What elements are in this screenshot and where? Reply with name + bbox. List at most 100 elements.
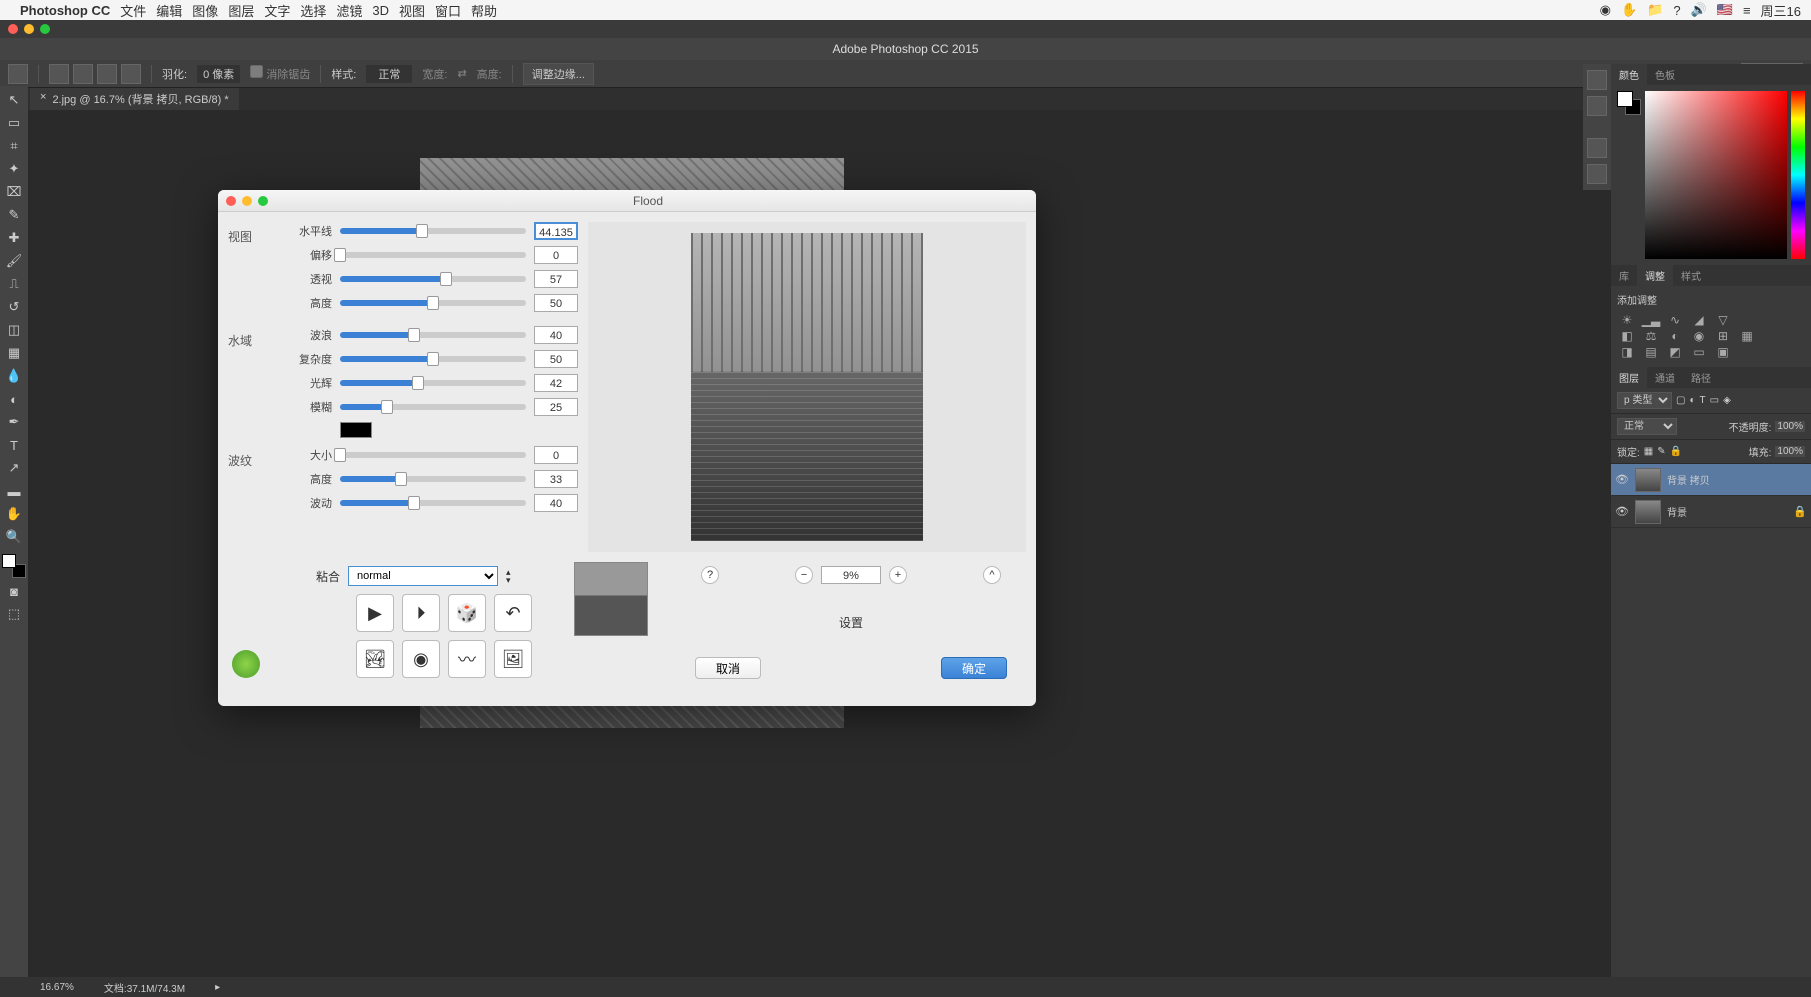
balance-icon[interactable]: ⚖ <box>1641 329 1661 345</box>
filter-adjust-icon[interactable]: ◐ <box>1689 395 1695 406</box>
document-tab[interactable]: × 2.jpg @ 16.7% (背景 拷贝, RGB/8) * <box>30 88 239 110</box>
lock-position-icon[interactable]: ✎ <box>1657 446 1665 457</box>
blur-slider[interactable] <box>340 404 526 410</box>
height1-input[interactable]: 50 <box>534 294 578 312</box>
menu-file[interactable]: 文件 <box>120 1 146 20</box>
dialog-titlebar[interactable]: Flood <box>218 190 1036 212</box>
vibrance-icon[interactable]: ▽ <box>1713 313 1733 329</box>
help-button[interactable]: ? <box>701 566 719 584</box>
dice-icon[interactable]: 🎲 <box>448 594 486 632</box>
brightness-icon[interactable]: ☀ <box>1617 313 1637 329</box>
selection-new-icon[interactable] <box>49 64 69 84</box>
perspective-slider[interactable] <box>340 276 526 282</box>
status-arrow-icon[interactable]: ▸ <box>215 982 220 993</box>
filter-pixel-icon[interactable]: ▢ <box>1676 395 1685 406</box>
feather-value[interactable]: 0 像素 <box>197 65 240 83</box>
threshold-icon[interactable]: ◩ <box>1665 345 1685 361</box>
help-icon[interactable]: ? <box>1673 3 1680 18</box>
layer-filter-select[interactable]: p 类型 <box>1617 392 1672 409</box>
lookup-icon[interactable]: ▦ <box>1737 329 1757 345</box>
color-swatch[interactable] <box>1617 91 1641 259</box>
menu-image[interactable]: 图像 <box>192 1 218 20</box>
flag-icon[interactable]: 🇺🇸 <box>1717 2 1733 18</box>
stepper-icon[interactable]: ▴▾ <box>506 568 511 584</box>
curves-icon[interactable]: ∿ <box>1665 313 1685 329</box>
preview-image[interactable] <box>691 233 923 541</box>
gradient-map-icon[interactable]: ▭ <box>1689 345 1709 361</box>
exposure-icon[interactable]: ◢ <box>1689 313 1709 329</box>
waves-input[interactable]: 40 <box>534 326 578 344</box>
layer-thumb[interactable] <box>1635 468 1661 492</box>
refine-edge-button[interactable]: 调整边缘... <box>523 63 594 85</box>
tab-color[interactable]: 颜色 <box>1611 64 1647 85</box>
glow-input[interactable]: 42 <box>534 374 578 392</box>
tab-styles[interactable]: 样式 <box>1673 265 1709 286</box>
invert-icon[interactable]: ◨ <box>1617 345 1637 361</box>
fill-value[interactable]: 100% <box>1775 446 1805 457</box>
glow-slider[interactable] <box>340 380 526 386</box>
menu-3d[interactable]: 3D <box>372 3 389 18</box>
water-color-chip[interactable] <box>340 422 372 438</box>
offset-input[interactable]: 0 <box>534 246 578 264</box>
waves-slider[interactable] <box>340 332 526 338</box>
complexity-slider[interactable] <box>340 356 526 362</box>
layer-name[interactable]: 背景 <box>1667 504 1687 519</box>
size-input[interactable]: 0 <box>534 446 578 464</box>
lock-all-icon[interactable]: 🔒 <box>1670 446 1682 457</box>
opacity-value[interactable]: 100% <box>1775 421 1805 432</box>
complexity-input[interactable]: 50 <box>534 350 578 368</box>
blend-select[interactable]: normal <box>348 566 498 586</box>
posterize-icon[interactable]: ▤ <box>1641 345 1661 361</box>
photo-filter-icon[interactable]: ◉ <box>1689 329 1709 345</box>
size-slider[interactable] <box>340 452 526 458</box>
bw-icon[interactable]: ◐ <box>1665 329 1685 345</box>
maximize-window-icon[interactable] <box>40 24 50 34</box>
preset4-icon[interactable]: 🖼 <box>494 640 532 678</box>
folder-icon[interactable]: 📁 <box>1647 2 1663 18</box>
app-name[interactable]: Photoshop CC <box>20 3 110 18</box>
navigator-thumb[interactable] <box>574 562 648 636</box>
perspective-input[interactable]: 57 <box>534 270 578 288</box>
hue-slider[interactable] <box>1791 91 1805 259</box>
filter-smart-icon[interactable]: ◈ <box>1723 395 1731 406</box>
menu-extras-icon[interactable]: ≡ <box>1743 3 1751 18</box>
doc-tab-close[interactable]: × <box>40 91 46 107</box>
wave2-slider[interactable] <box>340 500 526 506</box>
close-window-icon[interactable] <box>8 24 18 34</box>
visibility-icon[interactable]: 👁 <box>1615 473 1629 486</box>
menu-edit[interactable]: 编辑 <box>156 1 182 20</box>
dialog-minimize-icon[interactable] <box>242 196 252 206</box>
dialog-close-icon[interactable] <box>226 196 236 206</box>
tab-channels[interactable]: 通道 <box>1647 367 1683 388</box>
height2-input[interactable]: 33 <box>534 470 578 488</box>
menu-select[interactable]: 选择 <box>300 1 326 20</box>
blur-input[interactable]: 25 <box>534 398 578 416</box>
skip-icon[interactable]: ⏵ <box>402 594 440 632</box>
menu-filter[interactable]: 滤镜 <box>336 1 362 20</box>
selection-add-icon[interactable] <box>73 64 93 84</box>
marquee-tool-icon[interactable] <box>8 64 28 84</box>
levels-icon[interactable]: ▁▃ <box>1641 313 1661 329</box>
menu-help[interactable]: 帮助 <box>471 1 497 20</box>
wave2-input[interactable]: 40 <box>534 494 578 512</box>
tab-paths[interactable]: 路径 <box>1683 367 1719 388</box>
menu-view[interactable]: 视图 <box>399 1 425 20</box>
properties-panel-icon[interactable] <box>1587 96 1607 116</box>
preset3-icon[interactable]: 〰 <box>448 640 486 678</box>
layer-row[interactable]: 👁 背景 拷贝 <box>1611 464 1811 496</box>
selection-subtract-icon[interactable] <box>97 64 117 84</box>
paragraph-panel-icon[interactable] <box>1587 164 1607 184</box>
play-icon[interactable]: ▶ <box>356 594 394 632</box>
hue-icon[interactable]: ◧ <box>1617 329 1637 345</box>
ok-button[interactable]: 确定 <box>941 657 1007 679</box>
offset-slider[interactable] <box>340 252 526 258</box>
tab-library[interactable]: 库 <box>1611 265 1637 286</box>
lock-pixels-icon[interactable]: ▦ <box>1644 446 1653 457</box>
cancel-button[interactable]: 取消 <box>695 657 761 679</box>
zoom-out-button[interactable]: − <box>795 566 813 584</box>
filter-type-icon[interactable]: T <box>1700 395 1706 406</box>
move-tool-icon[interactable]: ↖ <box>3 90 25 110</box>
zoom-level[interactable]: 16.67% <box>40 982 74 993</box>
selection-intersect-icon[interactable] <box>121 64 141 84</box>
style-select[interactable]: 正常 <box>366 65 412 83</box>
